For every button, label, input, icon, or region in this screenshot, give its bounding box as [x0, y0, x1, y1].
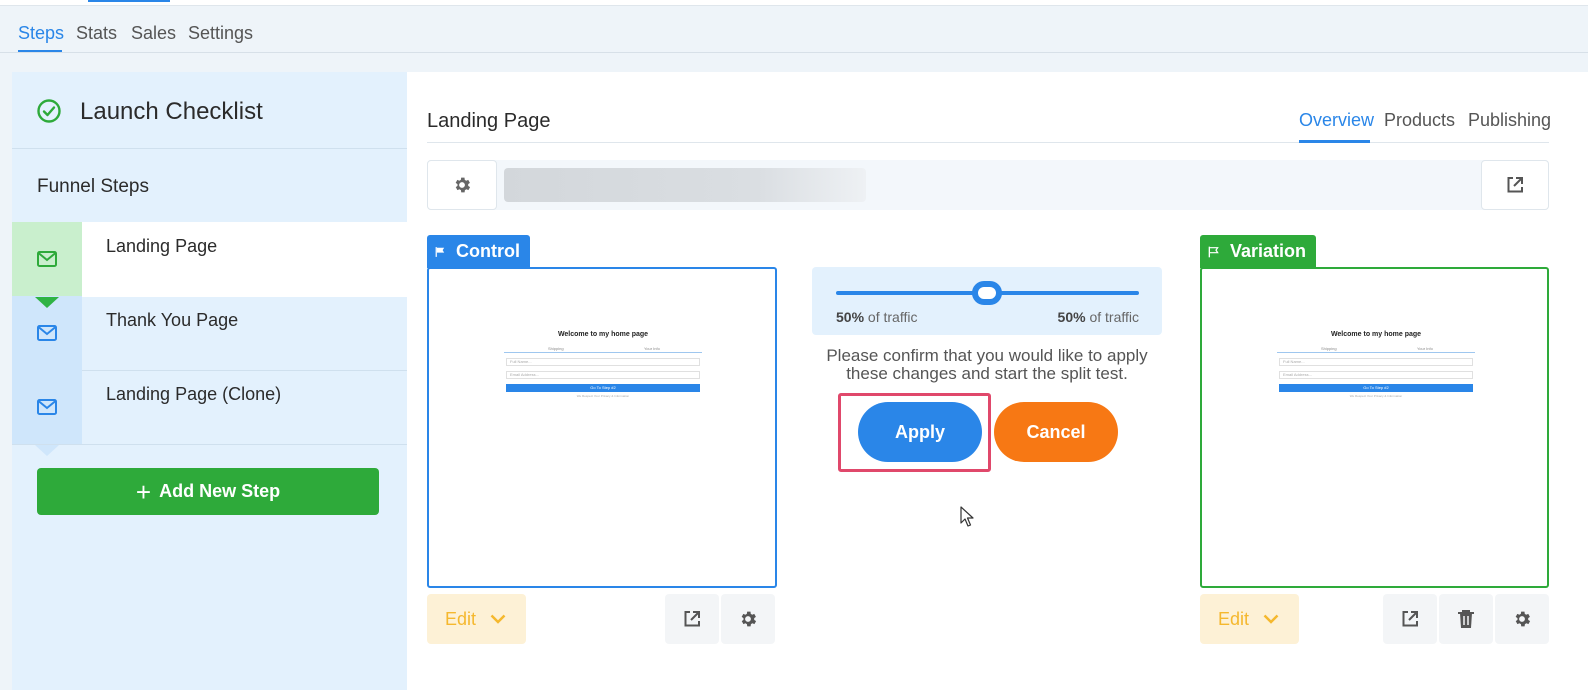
step-arrow	[35, 371, 59, 382]
funnel-steps-title: Funnel Steps	[37, 176, 149, 197]
envelope-icon	[37, 251, 57, 267]
subtab-overview[interactable]: Overview	[1299, 110, 1374, 131]
step-label-cell: Landing Page (Clone)	[82, 370, 407, 445]
thumbnail-field: Full Name...	[506, 358, 700, 366]
thumbnail-form: Shipping Your Info Full Name... Email Ad…	[1277, 346, 1475, 398]
tab-settings[interactable]: Settings	[188, 23, 253, 44]
thumbnail-tab: Your Info	[1417, 346, 1433, 351]
variation-settings-button[interactable]	[1495, 594, 1549, 644]
thumbnail-heading: Welcome to my home page	[1330, 331, 1422, 338]
traffic-split-box: 50% of traffic 50% of traffic	[812, 267, 1162, 335]
thumbnail-heading: Welcome to my home page	[557, 331, 649, 338]
page-thumbnail: Welcome to my home page Shipping Your In…	[504, 331, 702, 398]
traffic-suffix: of traffic	[867, 309, 918, 325]
edit-label: Edit	[1218, 608, 1250, 629]
tab-active-underline	[18, 50, 62, 52]
funnel-step-thank-you-page[interactable]: Thank You Page	[12, 296, 407, 382]
variation-edit-button[interactable]: Edit	[1200, 594, 1299, 644]
plus-icon: +	[135, 476, 152, 507]
step-icon-cell	[12, 222, 82, 297]
external-link-icon	[1402, 611, 1418, 627]
gear-icon	[741, 611, 757, 627]
page-title: Landing Page	[427, 110, 551, 132]
variation-label: Variation	[1229, 241, 1306, 261]
external-link-icon	[1507, 177, 1523, 193]
thumbnail-button: Go To Step #2	[506, 384, 700, 392]
tab-sales[interactable]: Sales	[131, 23, 176, 44]
control-badge: Control	[427, 235, 530, 268]
external-link-icon	[684, 611, 700, 627]
thumbnail-field: Email Address...	[506, 371, 700, 379]
thumbnail-field: Email Address...	[1279, 371, 1473, 379]
control-settings-button[interactable]	[721, 594, 775, 644]
step-label: Landing Page (Clone)	[106, 384, 282, 404]
traffic-suffix: of traffic	[1089, 309, 1139, 325]
control-traffic-label: 50% of traffic	[836, 309, 917, 325]
variation-delete-button[interactable]	[1439, 594, 1493, 644]
subtabs-divider	[427, 142, 1549, 143]
step-divider	[12, 444, 407, 445]
gear-icon	[1515, 611, 1531, 627]
envelope-icon	[37, 399, 57, 415]
apply-button[interactable]: Apply	[858, 402, 982, 462]
thumbnail-button: Go To Step #2	[1279, 384, 1473, 392]
page-thumbnail: Welcome to my home page Shipping Your In…	[1277, 331, 1475, 398]
chevron-down-icon	[1263, 614, 1279, 624]
flag-outline-icon	[1208, 246, 1219, 257]
add-new-step-button[interactable]: + Add New Step	[37, 468, 379, 515]
envelope-icon	[37, 325, 57, 341]
confirm-message: Please confirm that you would like to ap…	[826, 346, 1148, 383]
open-url-button[interactable]	[1481, 160, 1549, 210]
thumbnail-tab: Your Info	[644, 346, 660, 351]
thumbnail-tab: Shipping	[548, 346, 564, 351]
subtab-publishing[interactable]: Publishing	[1468, 110, 1551, 131]
top-active-indicator	[88, 0, 170, 2]
variation-preview[interactable]: Welcome to my home page Shipping Your In…	[1200, 267, 1549, 588]
url-settings-button[interactable]	[427, 160, 497, 210]
chevron-down-icon	[490, 614, 506, 624]
url-field-blurred[interactable]	[504, 168, 866, 202]
control-open-button[interactable]	[665, 594, 719, 644]
traffic-slider-handle[interactable]	[972, 281, 1002, 305]
sidebar: Launch Checklist Funnel Steps Landing Pa…	[12, 72, 407, 690]
flag-icon	[435, 246, 445, 257]
variation-open-button[interactable]	[1383, 594, 1437, 644]
top-tabs: Steps Stats Sales Settings	[0, 6, 1588, 53]
url-bar	[427, 160, 1549, 210]
check-circle-icon	[37, 99, 61, 123]
add-new-step-label: Add New Step	[159, 481, 281, 501]
thumbnail-field: Full Name...	[1279, 358, 1473, 366]
thumbnail-tab: Shipping	[1321, 346, 1337, 351]
thumbnail-form: Shipping Your Info Full Name... Email Ad…	[504, 346, 702, 398]
control-traffic-pct: 50%	[836, 309, 865, 325]
funnel-step-landing-page-clone[interactable]: Landing Page (Clone)	[12, 370, 407, 456]
control-label: Control	[456, 241, 520, 261]
step-label-cell: Thank You Page	[82, 296, 407, 371]
step-arrow	[35, 445, 59, 456]
step-label: Thank You Page	[106, 310, 239, 330]
subtab-active-underline	[1299, 140, 1370, 143]
variation-badge: Variation	[1200, 235, 1316, 268]
edit-label: Edit	[445, 608, 477, 629]
launch-checklist-title: Launch Checklist	[80, 98, 263, 125]
launch-checklist[interactable]: Launch Checklist	[12, 72, 407, 149]
mouse-cursor-icon	[960, 506, 974, 527]
cancel-button[interactable]: Cancel	[994, 402, 1118, 462]
funnel-step-landing-page[interactable]: Landing Page	[12, 222, 407, 308]
thumbnail-note: We Respect Your Privacy & Information	[1349, 394, 1403, 398]
variation-traffic-label: 50% of traffic	[1058, 309, 1139, 325]
gear-icon	[455, 177, 471, 193]
trash-icon	[1458, 610, 1474, 628]
subtab-products[interactable]: Products	[1384, 110, 1455, 131]
step-arrow	[35, 297, 59, 308]
tab-steps[interactable]: Steps	[18, 23, 64, 44]
variation-traffic-pct: 50%	[1057, 309, 1086, 325]
control-preview[interactable]: Welcome to my home page Shipping Your In…	[427, 267, 777, 588]
main-panel: Landing Page Overview Products Publishin…	[407, 72, 1588, 690]
tab-stats[interactable]: Stats	[76, 23, 117, 44]
step-label-cell: Landing Page	[82, 222, 407, 297]
step-label: Landing Page	[106, 236, 218, 256]
thumbnail-note: We Respect Your Privacy & Information	[576, 394, 630, 398]
control-edit-button[interactable]: Edit	[427, 594, 526, 644]
